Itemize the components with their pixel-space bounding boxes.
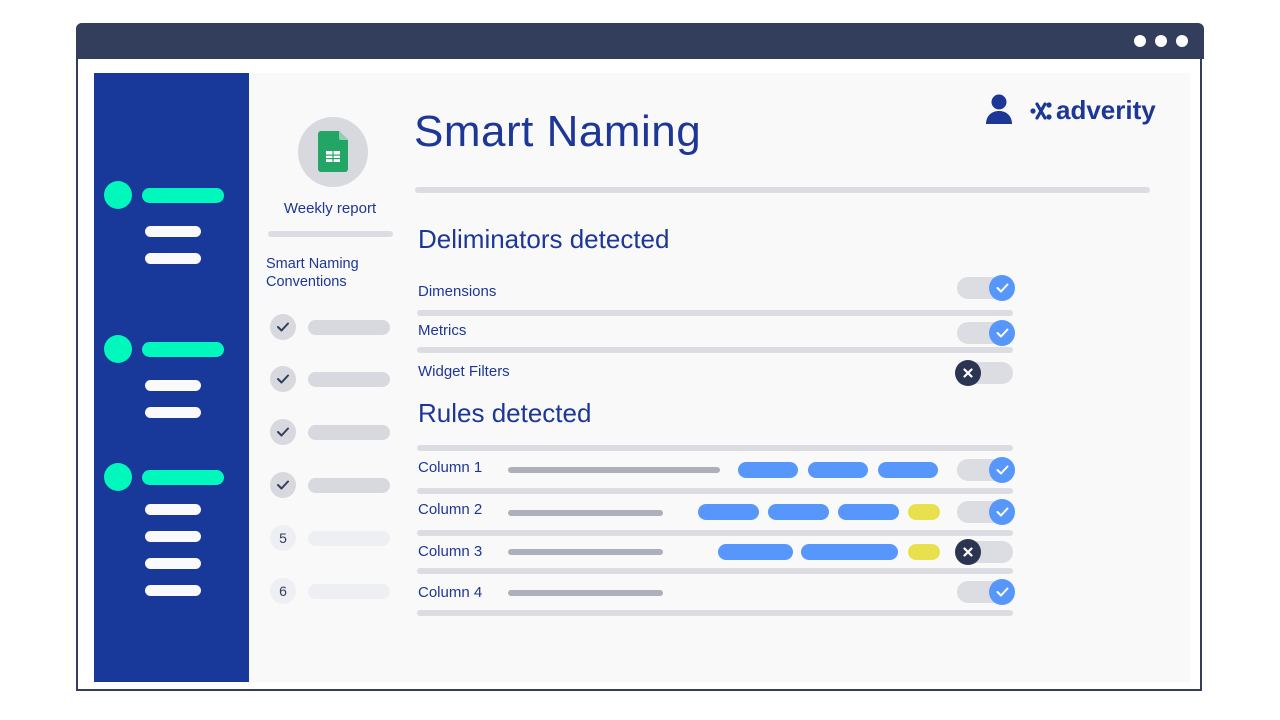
sidebar-group-label[interactable] [142, 469, 224, 485]
sidebar-item[interactable] [145, 558, 201, 569]
dimensions-toggle[interactable] [957, 275, 1015, 301]
sidebar-group[interactable] [104, 181, 224, 264]
divider [417, 488, 1013, 494]
app-canvas: Weekly report Smart Naming Conventions 5… [94, 73, 1190, 682]
adverity-mark-icon [1030, 101, 1052, 120]
rule-label: Column 2 [418, 501, 483, 518]
sidebar-group-label[interactable] [142, 187, 224, 203]
divider [417, 568, 1013, 574]
sidebar-bullet-icon [104, 463, 132, 491]
sidebar-item[interactable] [145, 226, 201, 237]
sidebar-item[interactable] [145, 253, 201, 264]
sidebar-item[interactable] [145, 585, 201, 596]
rule-token-warning[interactable] [908, 504, 940, 520]
column-name-placeholder [508, 467, 720, 473]
window-titlebar [76, 23, 1204, 59]
divider [417, 530, 1013, 536]
metrics-toggle[interactable] [957, 320, 1015, 346]
check-icon [989, 579, 1015, 605]
sidebar-group[interactable] [104, 463, 224, 596]
rule-token[interactable] [718, 544, 793, 560]
step-item[interactable] [270, 366, 390, 392]
rule-token[interactable] [878, 462, 938, 478]
sidebar-group[interactable] [104, 335, 224, 418]
close-icon [955, 539, 981, 565]
file-title: Weekly report [283, 200, 377, 217]
sidebar-bullet-icon [104, 335, 132, 363]
checkmark-icon [270, 366, 296, 392]
checkmark-icon [270, 314, 296, 340]
rule-token[interactable] [808, 462, 868, 478]
rule-token[interactable] [838, 504, 899, 520]
checkmark-icon [270, 472, 296, 498]
widget-filters-toggle[interactable] [955, 360, 1013, 386]
column-name-placeholder [508, 549, 663, 555]
window-dot-icon[interactable] [1155, 35, 1167, 47]
step-item[interactable] [270, 419, 390, 445]
step-item[interactable]: 6 [270, 578, 390, 604]
step-item[interactable] [270, 472, 390, 498]
checkmark-icon [270, 419, 296, 445]
close-icon [955, 360, 981, 386]
rule-label: Column 4 [418, 584, 483, 601]
column-name-placeholder [508, 510, 663, 516]
divider [417, 347, 1013, 353]
window-dot-icon[interactable] [1176, 35, 1188, 47]
page-title: Smart Naming [414, 107, 702, 156]
delimiter-label: Dimensions [418, 283, 497, 300]
delimiter-label: Metrics [418, 322, 467, 339]
rule-token[interactable] [768, 504, 829, 520]
user-icon[interactable] [986, 94, 1012, 124]
step-label-placeholder [308, 477, 390, 493]
brand-name: adverity [1056, 95, 1156, 125]
divider [268, 231, 393, 237]
sidebar-item[interactable] [145, 504, 201, 515]
rule-token[interactable] [738, 462, 798, 478]
sidebar-group-label[interactable] [142, 341, 224, 357]
sidebar-item[interactable] [145, 407, 201, 418]
divider [417, 445, 1013, 451]
rule-label: Column 1 [418, 459, 483, 476]
window-dot-icon[interactable] [1134, 35, 1146, 47]
column-1-toggle[interactable] [957, 457, 1015, 483]
step-item[interactable]: 5 [270, 525, 390, 551]
section-heading: Deliminators detected [418, 224, 670, 254]
step-label-placeholder [308, 583, 390, 599]
divider [417, 310, 1013, 316]
rule-token-warning[interactable] [908, 544, 940, 560]
divider [415, 187, 1150, 193]
step-number: 5 [270, 525, 296, 551]
column-4-toggle[interactable] [957, 579, 1015, 605]
column-2-toggle[interactable] [957, 499, 1015, 525]
sidebar-item[interactable] [145, 380, 201, 391]
section-title: Smart Naming Conventions [266, 256, 359, 290]
column-3-toggle[interactable] [955, 539, 1013, 565]
step-label-placeholder [308, 424, 390, 440]
step-label-placeholder [308, 319, 390, 335]
divider [417, 610, 1013, 616]
file-icon-badge[interactable] [298, 117, 368, 187]
sidebar-bullet-icon [104, 181, 132, 209]
rule-token[interactable] [801, 544, 898, 560]
step-item[interactable] [270, 314, 390, 340]
step-number: 6 [270, 578, 296, 604]
rule-token[interactable] [698, 504, 759, 520]
section-heading: Rules detected [418, 398, 592, 428]
rule-label: Column 3 [418, 543, 483, 560]
step-label-placeholder [308, 530, 390, 546]
sidebar [94, 73, 249, 682]
step-label-placeholder [308, 371, 390, 387]
check-icon [989, 320, 1015, 346]
check-icon [989, 457, 1015, 483]
delimiter-label: Widget Filters [418, 363, 510, 380]
check-icon [989, 275, 1015, 301]
window-controls[interactable] [1134, 35, 1188, 47]
column-name-placeholder [508, 590, 663, 596]
check-icon [989, 499, 1015, 525]
sidebar-item[interactable] [145, 531, 201, 542]
google-sheets-icon [318, 131, 348, 172]
brand-logo[interactable]: adverity [1030, 95, 1156, 126]
